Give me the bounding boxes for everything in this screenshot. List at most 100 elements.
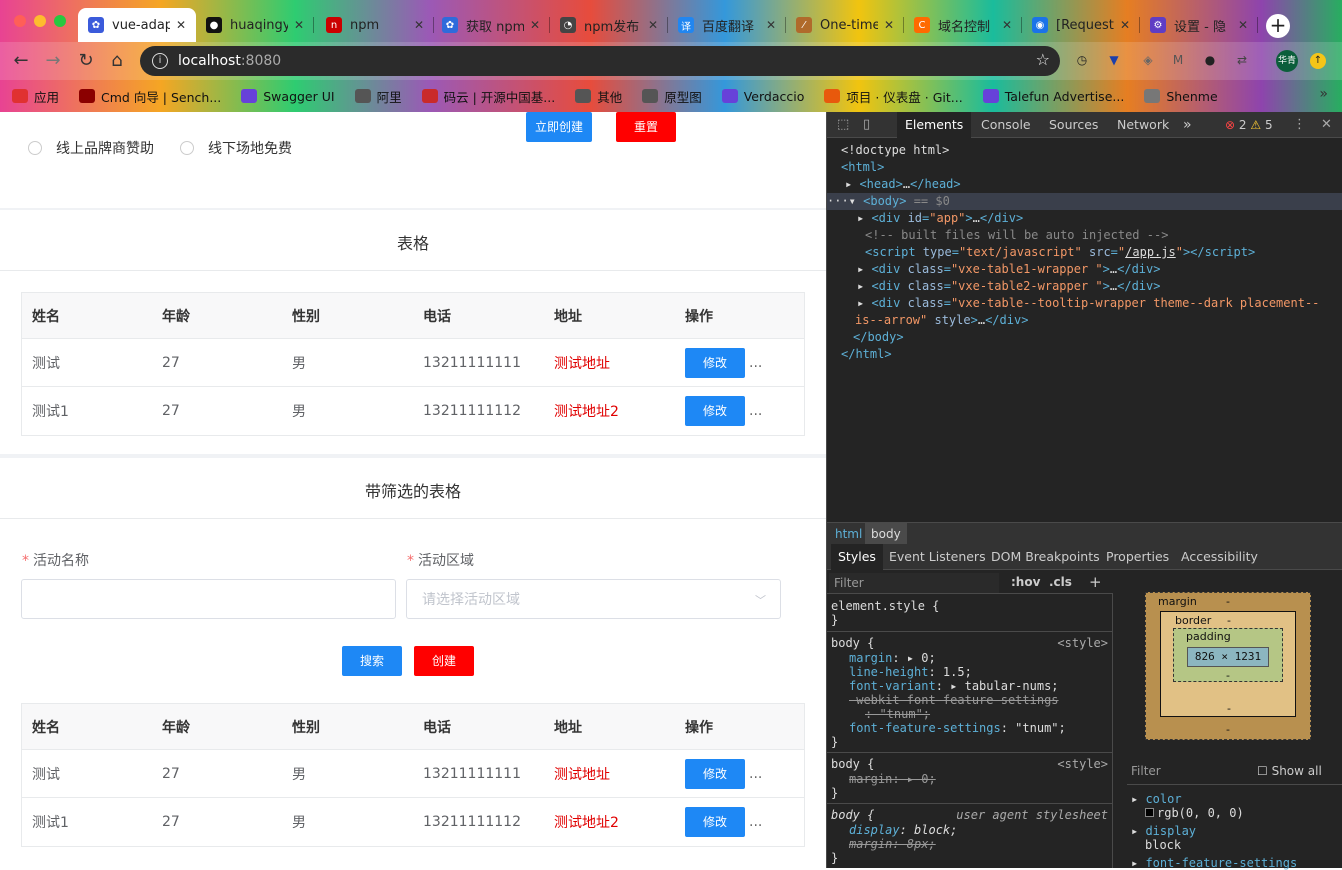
issue-counter[interactable]: ⊗ 2 ⚠ 5: [1225, 112, 1273, 138]
style-declaration-overridden[interactable]: margin: ▸ 0;: [849, 772, 936, 786]
column-header[interactable]: 姓名: [32, 704, 60, 749]
tab-accessibility[interactable]: Accessibility: [1181, 544, 1258, 570]
activity-region-select[interactable]: 请选择活动区域 ﹀: [406, 579, 781, 619]
activity-name-input[interactable]: [21, 579, 396, 619]
box-model-padding[interactable]: padding 826 × 1231 -: [1173, 628, 1283, 682]
style-declaration-overridden[interactable]: margin: 8px;: [849, 837, 936, 851]
more-actions-icon[interactable]: ...: [749, 403, 762, 419]
home-icon[interactable]: ⌂: [106, 50, 128, 72]
tab-console[interactable]: Console: [981, 112, 1031, 138]
dom-line[interactable]: is--arrow" style>…</div>: [855, 312, 1028, 329]
dom-line[interactable]: <script type="text/javascript" src="/app…: [865, 244, 1255, 261]
browser-tab[interactable]: C 域名控制 ✕: [904, 8, 1022, 42]
column-header[interactable]: 姓名: [32, 293, 60, 338]
close-devtools-icon[interactable]: ✕: [1321, 117, 1332, 132]
browser-tab[interactable]: ◉ [Request ✕: [1022, 8, 1140, 42]
style-declaration[interactable]: display: block;: [849, 823, 957, 837]
column-header[interactable]: 电话: [423, 704, 451, 749]
style-selector[interactable]: body {: [831, 636, 874, 650]
style-source[interactable]: <style>: [1057, 757, 1108, 771]
edit-button[interactable]: 修改: [685, 758, 745, 789]
settings-menu-icon[interactable]: ⋮: [1293, 117, 1306, 132]
back-icon[interactable]: ←: [10, 50, 32, 72]
browser-tab[interactable]: ● huaqingy ✕: [196, 8, 314, 42]
tab-styles[interactable]: Styles: [831, 544, 883, 570]
new-style-rule-icon[interactable]: +: [1089, 573, 1102, 591]
browser-tab[interactable]: ⚙ 设置 - 隐 ✕: [1140, 8, 1258, 42]
column-header[interactable]: 操作: [685, 704, 713, 749]
dom-line-selected[interactable]: ···▾ <body> == $0: [827, 193, 1342, 210]
browser-tab[interactable]: ✿ vue-adap ✕: [78, 8, 196, 42]
address-bar[interactable]: i localhost:8080 ☆: [140, 46, 1060, 76]
column-header[interactable]: 地址: [554, 704, 582, 749]
style-declaration[interactable]: line-height: 1.5;: [849, 665, 972, 679]
box-model-content[interactable]: 826 × 1231: [1187, 647, 1269, 667]
shield-icon[interactable]: ▼: [1104, 50, 1124, 70]
crumb-body[interactable]: body: [865, 523, 907, 545]
close-tab-icon[interactable]: ✕: [294, 18, 304, 32]
column-header[interactable]: 地址: [554, 293, 582, 338]
style-selector[interactable]: body {: [831, 808, 874, 822]
browser-tab[interactable]: ◔ npm发布 ✕: [550, 8, 668, 42]
computed-property[interactable]: ▸ display: [1131, 824, 1196, 838]
reload-icon[interactable]: ↻: [75, 50, 97, 72]
more-actions-icon[interactable]: ...: [749, 814, 762, 830]
radio-circle[interactable]: [180, 141, 194, 155]
new-tab-button[interactable]: +: [1266, 14, 1290, 38]
speed-icon[interactable]: ◷: [1072, 50, 1092, 70]
style-rule[interactable]: element.style {: [831, 599, 939, 613]
dom-line[interactable]: </body>: [853, 329, 904, 346]
column-header[interactable]: 电话: [423, 293, 451, 338]
more-tabs-icon[interactable]: »: [1183, 112, 1192, 138]
crumb-html[interactable]: html: [829, 523, 868, 545]
show-all-checkbox[interactable]: ☐ Show all: [1257, 764, 1322, 778]
browser-tab[interactable]: 译百度翻译 ✕: [668, 8, 786, 42]
browser-tab[interactable]: ⁄ One-time ✕: [786, 8, 904, 42]
dom-line[interactable]: ▸ <div class="vxe-table2-wrapper ">…</di…: [857, 278, 1160, 295]
dom-line[interactable]: ▸ <head>…</head>: [845, 176, 961, 193]
close-tab-icon[interactable]: ✕: [530, 18, 540, 32]
bookmark-item[interactable]: 阿里: [354, 87, 402, 106]
cls-toggle[interactable]: .cls: [1049, 575, 1072, 589]
computed-filter-input[interactable]: Filter: [1131, 764, 1161, 778]
dom-line[interactable]: </html>: [841, 346, 892, 363]
minimize-window-button[interactable]: [34, 15, 46, 27]
close-tab-icon[interactable]: ✕: [648, 18, 658, 32]
profile-avatar[interactable]: 华青: [1276, 50, 1298, 72]
browser-tab[interactable]: ✿ 获取 npm ✕: [432, 8, 550, 42]
edit-button[interactable]: 修改: [685, 807, 745, 837]
tab-elements[interactable]: Elements: [897, 112, 972, 138]
dom-line[interactable]: <!doctype html>: [841, 142, 949, 159]
column-header[interactable]: 年龄: [162, 293, 190, 338]
mail-icon[interactable]: M: [1168, 50, 1188, 70]
tab-dom-breakpoints[interactable]: DOM Breakpoints: [991, 544, 1100, 570]
radio-online-sponsor[interactable]: 线上品牌商赞助: [28, 138, 154, 158]
style-declaration-overridden[interactable]: -webkit-font-feature-settings: [849, 693, 1059, 707]
bookmark-item[interactable]: 其他: [575, 87, 622, 106]
forward-icon[interactable]: →: [42, 50, 64, 72]
search-button[interactable]: 搜索: [342, 646, 402, 676]
bookmark-item[interactable]: Verdaccio: [721, 89, 804, 104]
column-header[interactable]: 操作: [685, 293, 713, 338]
bookmark-item[interactable]: 原型图: [642, 87, 702, 106]
tab-sources[interactable]: Sources: [1049, 112, 1098, 138]
radio-circle[interactable]: [28, 141, 42, 155]
dom-line[interactable]: ▸ <div class="vxe-table1-wrapper ">…</di…: [857, 261, 1160, 278]
dots-extension-icon[interactable]: ●: [1200, 50, 1220, 70]
style-selector[interactable]: body {: [831, 757, 874, 771]
dom-line[interactable]: ▸ <div id="app">…</div>: [857, 210, 1023, 227]
column-header[interactable]: 性别: [292, 293, 320, 338]
more-actions-icon[interactable]: ...: [749, 355, 762, 371]
close-tab-icon[interactable]: ✕: [1120, 18, 1130, 32]
hov-toggle[interactable]: :hov: [1011, 575, 1040, 589]
style-declaration[interactable]: font-feature-settings: "tnum";: [849, 721, 1066, 735]
update-icon[interactable]: ↑: [1310, 53, 1326, 69]
style-source[interactable]: <style>: [1057, 636, 1108, 650]
tab-network[interactable]: Network: [1117, 112, 1169, 138]
bookmark-item[interactable]: 项目 · 仪表盘 · Git...: [824, 87, 963, 106]
site-info-icon[interactable]: i: [152, 53, 168, 69]
bookmark-item[interactable]: 码云 | 开源中国基...: [421, 87, 555, 106]
close-tab-icon[interactable]: ✕: [884, 18, 894, 32]
create-button[interactable]: 创建: [414, 646, 474, 676]
extension-icon[interactable]: ◈: [1138, 50, 1158, 70]
